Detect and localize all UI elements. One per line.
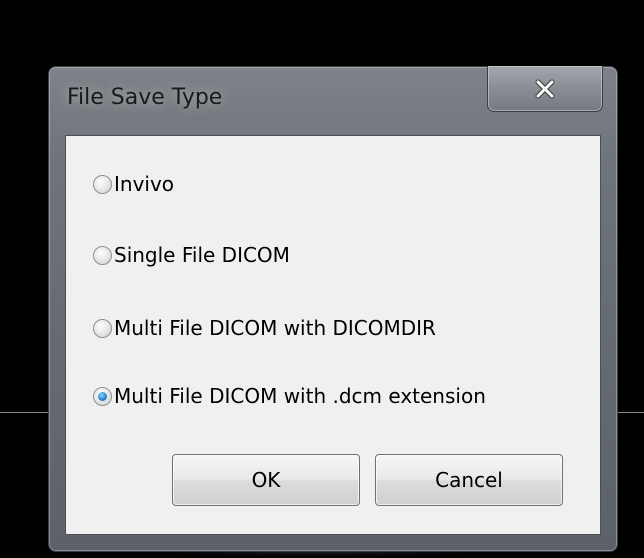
radio-option-multi-file-dcm-extension[interactable]: Multi File DICOM with .dcm extension (93, 384, 486, 408)
radio-button[interactable] (93, 174, 112, 194)
radio-button[interactable] (93, 318, 112, 338)
radio-option-invivo[interactable]: Invivo (93, 172, 174, 196)
radio-label: Multi File DICOM with DICOMDIR (114, 316, 436, 340)
radio-option-single-file-dicom[interactable]: Single File DICOM (93, 243, 290, 267)
radio-label: Multi File DICOM with .dcm extension (114, 384, 486, 408)
ok-button[interactable]: OK (172, 454, 360, 506)
dialog-title: File Save Type (67, 85, 223, 110)
close-x-icon (535, 79, 555, 99)
background-line-left (0, 412, 54, 413)
cancel-button[interactable]: Cancel (375, 454, 563, 506)
radio-label: Single File DICOM (114, 243, 290, 267)
close-button[interactable] (487, 66, 603, 112)
file-save-type-dialog: File Save Type Invivo Single File DICOM … (48, 66, 618, 552)
radio-label: Invivo (114, 172, 175, 196)
radio-selected-dot-icon (98, 391, 107, 401)
radio-button[interactable] (93, 245, 112, 265)
radio-option-multi-file-dicomdir[interactable]: Multi File DICOM with DICOMDIR (93, 316, 436, 340)
radio-button-selected[interactable] (93, 386, 112, 406)
